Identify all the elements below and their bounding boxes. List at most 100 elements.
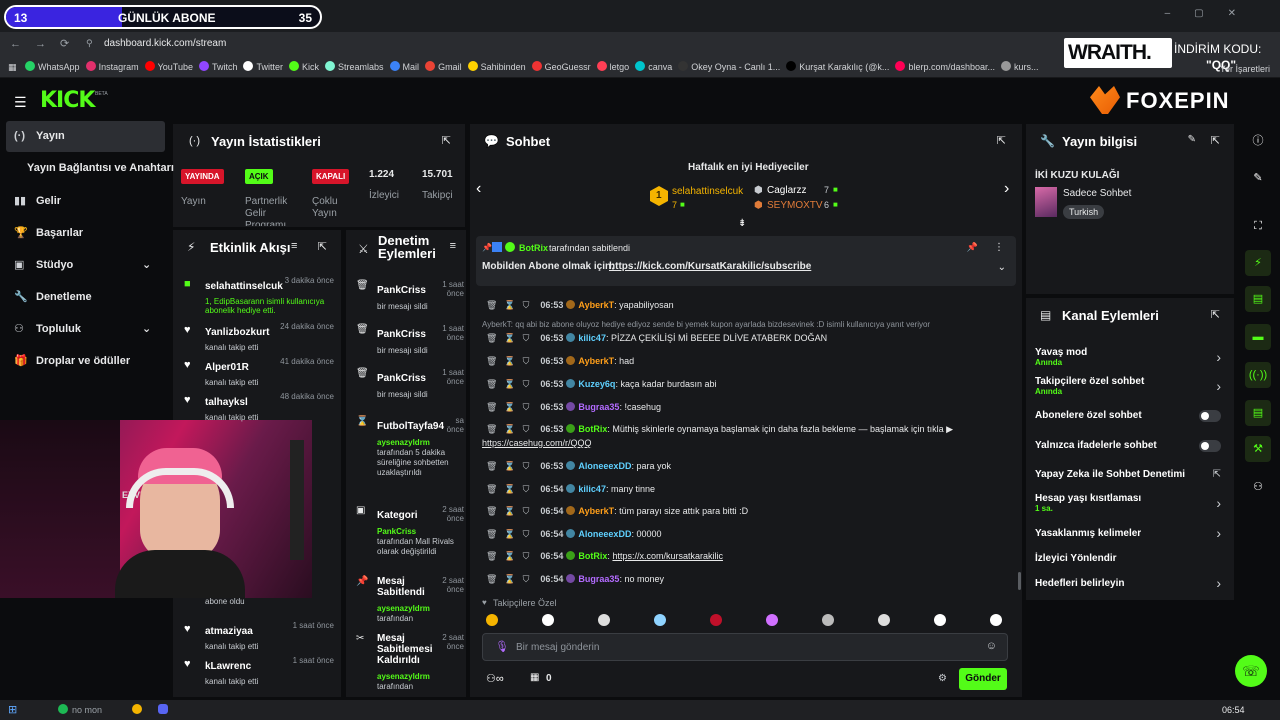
bookmark-item[interactable]: Instagram: [85, 56, 139, 77]
list-icon[interactable]: ▤: [1245, 400, 1271, 426]
bookmark-item[interactable]: Twitch: [198, 56, 237, 77]
message-user[interactable]: AyberkT: [578, 506, 614, 516]
chat-input[interactable]: 🎙 Bir mesaj gönderin ☺: [482, 633, 1008, 661]
message-user[interactable]: AloneeexDD: [578, 529, 631, 539]
emote-icon[interactable]: [822, 614, 834, 626]
collapse-handle-icon[interactable]: ⇟: [738, 218, 746, 229]
nav-item[interactable]: ▣ Stüdyo ⌄: [14, 258, 151, 271]
message-user[interactable]: AyberkT: [578, 356, 614, 366]
bookmark-item[interactable]: GeoGuessr: [531, 56, 591, 77]
bookmark-item[interactable]: Gmail: [425, 56, 462, 77]
channel-action-row[interactable]: İzleyici Yönlendir: [1035, 553, 1225, 564]
chat-scrollbar[interactable]: [1018, 572, 1021, 590]
mod-tools-icon[interactable]: 🗑⌛⛉: [486, 402, 536, 412]
bookmark-item[interactable]: letgo: [596, 56, 629, 77]
emote-icon[interactable]: [598, 614, 610, 626]
emote-icon[interactable]: [542, 614, 554, 626]
mod-action-user[interactable]: PankCriss: [377, 329, 433, 340]
bookmark-item[interactable]: YouTube: [144, 56, 193, 77]
message-user[interactable]: AyberkT: [578, 300, 614, 310]
emote-icon[interactable]: [654, 614, 666, 626]
nav-buttons-icon[interactable]: ←→⟳: [10, 37, 83, 50]
category-name[interactable]: Sadece Sohbet: [1063, 188, 1131, 199]
mod-action-user[interactable]: PankCriss: [377, 285, 433, 296]
pinned-link[interactable]: https://kick.com/KursatKarakilic/subscri…: [609, 261, 811, 272]
channel-action-row[interactable]: Yavaş mod Anında ›: [1035, 347, 1225, 367]
bookmark-item[interactable]: canva: [635, 56, 672, 77]
bookmark-item[interactable]: Kurşat Karakılıç (@k...: [786, 56, 889, 77]
toggle-switch[interactable]: [1199, 440, 1221, 452]
mod-tools-icon[interactable]: 🗑⌛⛉: [486, 333, 536, 343]
mod-actor[interactable]: aysenazyldrm: [377, 604, 464, 614]
mod-tools-icon[interactable]: 🗑⌛⛉: [486, 574, 536, 584]
nav-item[interactable]: ▮▮ Gelir: [14, 194, 61, 207]
community-icon[interactable]: ⚇: [1245, 474, 1271, 500]
emoji-icon[interactable]: ☺: [986, 640, 997, 652]
broadcast-icon[interactable]: ((·)): [1245, 362, 1271, 388]
infinity-points-icon[interactable]: ⚇∞: [486, 672, 504, 685]
pinned-by-user[interactable]: BotRix: [519, 243, 548, 253]
kick-logo[interactable]: KICK: [40, 88, 95, 113]
toggle-switch[interactable]: [1199, 410, 1221, 422]
mod-tools-icon[interactable]: 🗑⌛⛉: [486, 529, 536, 539]
edit-pencil-icon[interactable]: ✎: [1188, 134, 1196, 145]
chevron-down-icon[interactable]: ⌄: [998, 262, 1006, 273]
external-link-icon[interactable]: ⇱: [1213, 469, 1221, 480]
mod-tools-icon[interactable]: 🗑⌛⛉: [486, 551, 536, 561]
mod-action-user[interactable]: Mesaj Sabitlemesi Kaldırıldı: [377, 633, 433, 666]
message-user[interactable]: AloneeexDD: [578, 461, 631, 471]
filter-icon[interactable]: ≡: [450, 240, 456, 252]
wrench-icon[interactable]: ⚒: [1245, 436, 1271, 462]
mod-actor[interactable]: aysenazyldrm: [377, 438, 464, 448]
chevron-right-icon[interactable]: ›: [1216, 349, 1221, 365]
document-icon[interactable]: ▤: [1245, 286, 1271, 312]
chevron-right-icon[interactable]: ›: [1216, 495, 1221, 511]
message-link[interactable]: https://casehug.com/r/QQQ: [482, 438, 592, 448]
bookmark-item[interactable]: Twitter: [243, 56, 283, 77]
nav-item[interactable]: Yayın Bağlantısı ve Anahtarı: [27, 162, 174, 174]
settings-gear-icon[interactable]: ⚙: [938, 673, 947, 684]
bookmark-item[interactable]: Streamlabs: [325, 56, 384, 77]
nav-item[interactable]: 🏆 Başarılar: [14, 226, 83, 239]
activity-user[interactable]: atmaziyaa: [205, 626, 253, 637]
activity-user[interactable]: Yanlizbozkurt: [205, 327, 269, 338]
url-text[interactable]: dashboard.kick.com/stream: [104, 38, 226, 49]
more-icon[interactable]: ⋮: [994, 242, 1004, 253]
emote-icon[interactable]: [766, 614, 778, 626]
mod-action-user[interactable]: FutbolTayfa94: [377, 421, 444, 432]
nav-item[interactable]: 🔧 Denetleme: [14, 290, 92, 303]
spotify-icon[interactable]: [58, 704, 68, 714]
activity-user[interactable]: selahattinselcuk: [205, 281, 283, 292]
bookmark-item[interactable]: WhatsApp: [25, 56, 80, 77]
activity-user[interactable]: kLawrenc: [205, 661, 251, 672]
mod-tools-icon[interactable]: 🗑⌛⛉: [486, 461, 536, 471]
chat-icon[interactable]: ▬: [1245, 324, 1271, 350]
channel-action-row[interactable]: Takipçilere özel sohbet Anında ›: [1035, 376, 1225, 396]
message-link[interactable]: https://x.com/kursatkarakilic: [612, 551, 723, 561]
site-info-icon[interactable]: ⚲: [86, 38, 93, 49]
chrome-icon[interactable]: [132, 704, 142, 714]
chevron-right-icon[interactable]: ›: [1216, 575, 1221, 591]
emote-icon[interactable]: [878, 614, 890, 626]
hamburger-menu-icon[interactable]: ☰: [14, 94, 27, 111]
message-user[interactable]: BotRix: [578, 551, 607, 561]
popout-icon[interactable]: ⇱: [1211, 308, 1220, 321]
popout-icon[interactable]: ⇱: [442, 134, 451, 147]
next-arrow-icon[interactable]: ›: [1004, 180, 1009, 198]
bookmark-item[interactable]: Sahibinden: [467, 56, 526, 77]
mod-tools-icon[interactable]: 🗑⌛⛉: [486, 424, 536, 434]
discord-icon[interactable]: [158, 704, 168, 714]
other-bookmarks[interactable]: Yer İşaretleri: [1220, 64, 1270, 74]
channel-action-row[interactable]: Hedefleri belirleyin ›: [1035, 575, 1225, 591]
mod-action-user[interactable]: Mesaj Sabitlendi: [377, 576, 433, 598]
message-user[interactable]: Bugraa35: [578, 574, 619, 584]
message-user[interactable]: Bugraa35: [578, 402, 619, 412]
popout-icon[interactable]: ⇱: [997, 134, 1006, 147]
crop-icon[interactable]: ⛶: [1245, 213, 1271, 239]
edit-icon[interactable]: ✎: [1245, 165, 1271, 191]
prev-arrow-icon[interactable]: ‹: [476, 180, 481, 198]
channel-action-row[interactable]: Yasaklanmış kelimeler ›: [1035, 525, 1225, 541]
message-user[interactable]: Kuzey6q: [578, 379, 615, 389]
gifter-2-name[interactable]: Caglarzz: [767, 185, 806, 196]
unpin-icon[interactable]: 📌: [967, 242, 978, 253]
